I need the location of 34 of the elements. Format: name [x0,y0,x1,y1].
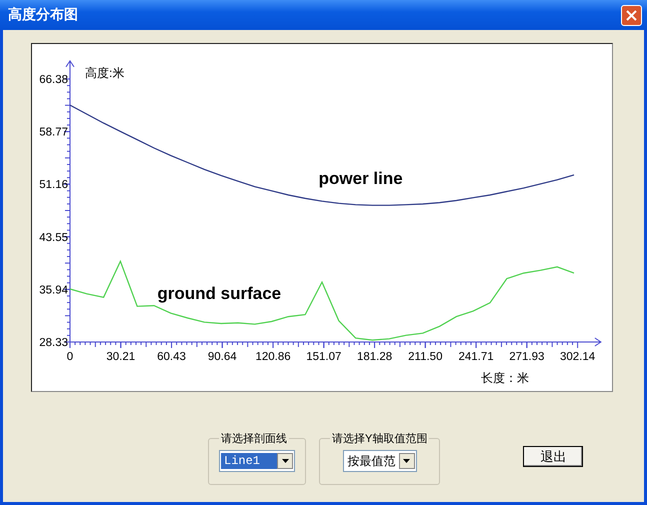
series-label: power line [318,168,403,188]
y-axis-title: 高度:米 [85,66,124,80]
x-tick-label: 30.21 [106,351,136,363]
y-tick-label: 51.16 [39,179,68,192]
close-button[interactable] [621,4,642,26]
x-tick-label: 271.93 [509,351,544,363]
y-tick-label: 28.33 [39,337,68,349]
series-label: ground surface [157,284,282,303]
x-tick-label: 151.07 [306,351,342,363]
x-tick-label: 181.28 [356,351,392,363]
dropdown-button[interactable] [398,453,415,469]
x-tick-label: 120.86 [255,351,291,363]
y-tick-label: 66.38 [39,74,68,86]
exit-button[interactable]: 退出 [523,446,584,467]
caret-icon [282,459,288,463]
dropdown[interactable]: 按最值范 [342,450,417,472]
y-tick-label: 43.55 [39,232,68,244]
close-icon [626,10,637,20]
dropdown-button[interactable] [277,453,293,469]
caret-icon [403,459,410,463]
x-tick-label: 241.71 [458,351,494,363]
dropdown-value: Line1 [221,453,277,469]
x-tick-label: 211.50 [408,351,442,363]
group-label: 请选择剖面线 [220,432,288,446]
y-tick-label: 35.94 [39,284,68,296]
x-tick-label: 60.43 [157,351,186,363]
x-tick-label: 302.14 [560,351,596,363]
dropdown[interactable]: Line1 [219,450,295,472]
x-tick-label: 90.64 [208,351,237,363]
window-title: 高度分布图 [8,6,78,24]
x-axis-title: 长度：米 [481,371,529,385]
y-tick-label: 58.77 [39,126,68,139]
x-tick-label: 0 [66,351,74,363]
group-label: 请选择Y轴取值范围 [331,432,428,446]
